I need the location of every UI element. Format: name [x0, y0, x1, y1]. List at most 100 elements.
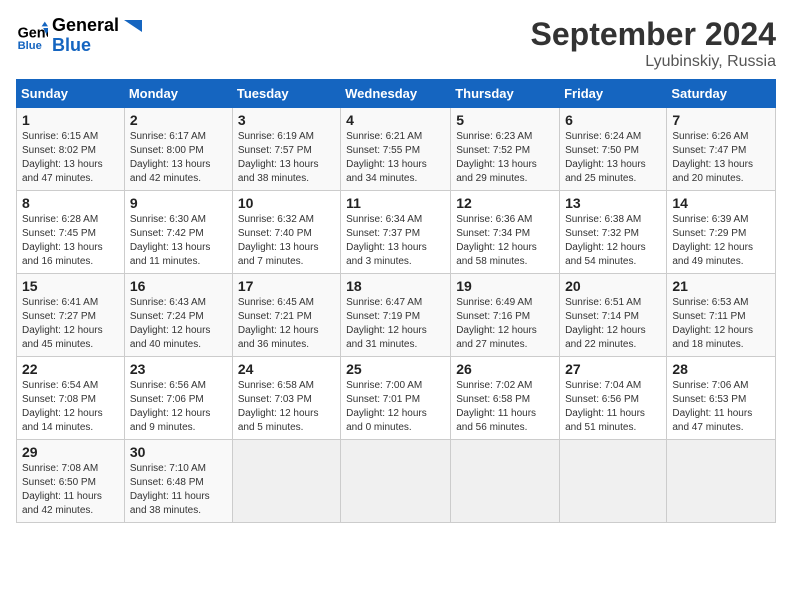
- calendar-week-row: 8 Sunrise: 6:28 AMSunset: 7:45 PMDaylight…: [17, 191, 776, 274]
- logo-icon: General Blue: [16, 20, 48, 52]
- title-area: September 2024 Lyubinskiy, Russia: [531, 16, 776, 71]
- day-info: Sunrise: 6:21 AMSunset: 7:55 PMDaylight:…: [346, 130, 445, 186]
- calendar-table: Sunday Monday Tuesday Wednesday Thursday…: [16, 79, 776, 523]
- day-number: 17: [238, 278, 335, 294]
- calendar-week-row: 22 Sunrise: 6:54 AMSunset: 7:08 PMDayligh…: [17, 357, 776, 440]
- month-title: September 2024: [531, 16, 776, 53]
- day-number: 7: [672, 112, 770, 128]
- day-info: Sunrise: 6:34 AMSunset: 7:37 PMDaylight:…: [346, 213, 445, 269]
- day-number: 30: [130, 444, 227, 460]
- col-tuesday: Tuesday: [232, 80, 340, 108]
- day-number: 2: [130, 112, 227, 128]
- day-number: 24: [238, 361, 335, 377]
- table-row: 5 Sunrise: 6:23 AMSunset: 7:52 PMDaylight…: [451, 108, 560, 191]
- day-number: 26: [456, 361, 554, 377]
- table-row: 28 Sunrise: 7:06 AMSunset: 6:53 PMDayligh…: [667, 357, 776, 440]
- table-row: 2Sunrise: 6:17 AMSunset: 8:00 PMDaylight…: [124, 108, 232, 191]
- day-number: 22: [22, 361, 119, 377]
- day-number: 25: [346, 361, 445, 377]
- table-row: 12 Sunrise: 6:36 AMSunset: 7:34 PMDayligh…: [451, 191, 560, 274]
- table-row: 14 Sunrise: 6:39 AMSunset: 7:29 PMDayligh…: [667, 191, 776, 274]
- table-row: 10 Sunrise: 6:32 AMSunset: 7:40 PMDayligh…: [232, 191, 340, 274]
- table-row: 13 Sunrise: 6:38 AMSunset: 7:32 PMDayligh…: [560, 191, 667, 274]
- table-row: 22 Sunrise: 6:54 AMSunset: 7:08 PMDayligh…: [17, 357, 125, 440]
- day-number: 12: [456, 195, 554, 211]
- col-thursday: Thursday: [451, 80, 560, 108]
- table-row: 15Sunrise: 6:41 AMSunset: 7:27 PMDayligh…: [17, 274, 125, 357]
- day-number: 27: [565, 361, 661, 377]
- table-row: 16 Sunrise: 6:43 AMSunset: 7:24 PMDayligh…: [124, 274, 232, 357]
- day-number: 10: [238, 195, 335, 211]
- day-info: Sunrise: 6:58 AMSunset: 7:03 PMDaylight:…: [238, 379, 335, 435]
- logo-arrow-icon: [124, 20, 142, 32]
- day-info: Sunrise: 6:43 AMSunset: 7:24 PMDaylight:…: [130, 296, 227, 352]
- day-number: 29: [22, 444, 119, 460]
- day-info: Sunrise: 6:19 AMSunset: 7:57 PMDaylight:…: [238, 130, 335, 186]
- day-info: Sunrise: 6:39 AMSunset: 7:29 PMDaylight:…: [672, 213, 770, 269]
- day-info: Sunrise: 6:54 AMSunset: 7:08 PMDaylight:…: [22, 379, 119, 435]
- day-number: 23: [130, 361, 227, 377]
- day-number: 19: [456, 278, 554, 294]
- table-row: 18 Sunrise: 6:47 AMSunset: 7:19 PMDayligh…: [341, 274, 451, 357]
- day-info: Sunrise: 7:04 AMSunset: 6:56 PMDaylight:…: [565, 379, 661, 435]
- table-row: 9Sunrise: 6:30 AMSunset: 7:42 PMDaylight…: [124, 191, 232, 274]
- day-info: Sunrise: 6:26 AMSunset: 7:47 PMDaylight:…: [672, 130, 770, 186]
- table-row: 17 Sunrise: 6:45 AMSunset: 7:21 PMDayligh…: [232, 274, 340, 357]
- col-monday: Monday: [124, 80, 232, 108]
- day-info: Sunrise: 6:30 AMSunset: 7:42 PMDaylight:…: [130, 213, 227, 269]
- day-number: 11: [346, 195, 445, 211]
- day-info: Sunrise: 6:47 AMSunset: 7:19 PMDaylight:…: [346, 296, 445, 352]
- location-subtitle: Lyubinskiy, Russia: [531, 53, 776, 71]
- day-number: 1: [22, 112, 119, 128]
- logo-general: General: [52, 16, 142, 36]
- table-row: 27 Sunrise: 7:04 AMSunset: 6:56 PMDayligh…: [560, 357, 667, 440]
- table-row: 11 Sunrise: 6:34 AMSunset: 7:37 PMDayligh…: [341, 191, 451, 274]
- col-wednesday: Wednesday: [341, 80, 451, 108]
- day-number: 28: [672, 361, 770, 377]
- day-number: 5: [456, 112, 554, 128]
- day-number: 6: [565, 112, 661, 128]
- table-row: 29 Sunrise: 7:08 AMSunset: 6:50 PMDayligh…: [17, 440, 125, 523]
- calendar-week-row: 1Sunrise: 6:15 AMSunset: 8:02 PMDaylight…: [17, 108, 776, 191]
- table-row: 25Sunrise: 7:00 AMSunset: 7:01 PMDayligh…: [341, 357, 451, 440]
- day-info: Sunrise: 6:53 AMSunset: 7:11 PMDaylight:…: [672, 296, 770, 352]
- day-number: 18: [346, 278, 445, 294]
- col-friday: Friday: [560, 80, 667, 108]
- col-saturday: Saturday: [667, 80, 776, 108]
- day-info: Sunrise: 6:41 AMSunset: 7:27 PMDaylight:…: [22, 296, 119, 352]
- logo-blue: Blue: [52, 36, 142, 56]
- table-row: 1Sunrise: 6:15 AMSunset: 8:02 PMDaylight…: [17, 108, 125, 191]
- table-row: 30 Sunrise: 7:10 AMSunset: 6:48 PMDayligh…: [124, 440, 232, 523]
- day-info: Sunrise: 6:45 AMSunset: 7:21 PMDaylight:…: [238, 296, 335, 352]
- day-number: 4: [346, 112, 445, 128]
- svg-text:Blue: Blue: [18, 40, 42, 52]
- table-row: [560, 440, 667, 523]
- day-number: 16: [130, 278, 227, 294]
- table-row: 3Sunrise: 6:19 AMSunset: 7:57 PMDaylight…: [232, 108, 340, 191]
- calendar-week-row: 15Sunrise: 6:41 AMSunset: 7:27 PMDayligh…: [17, 274, 776, 357]
- day-info: Sunrise: 6:49 AMSunset: 7:16 PMDaylight:…: [456, 296, 554, 352]
- day-info: Sunrise: 6:23 AMSunset: 7:52 PMDaylight:…: [456, 130, 554, 186]
- table-row: 26Sunrise: 7:02 AMSunset: 6:58 PMDayligh…: [451, 357, 560, 440]
- col-sunday: Sunday: [17, 80, 125, 108]
- day-info: Sunrise: 6:56 AMSunset: 7:06 PMDaylight:…: [130, 379, 227, 435]
- header: General Blue General Blue September 2024…: [16, 16, 776, 71]
- day-number: 8: [22, 195, 119, 211]
- day-info: Sunrise: 7:06 AMSunset: 6:53 PMDaylight:…: [672, 379, 770, 435]
- calendar-header-row: Sunday Monday Tuesday Wednesday Thursday…: [17, 80, 776, 108]
- day-info: Sunrise: 6:38 AMSunset: 7:32 PMDaylight:…: [565, 213, 661, 269]
- day-number: 13: [565, 195, 661, 211]
- day-info: Sunrise: 6:32 AMSunset: 7:40 PMDaylight:…: [238, 213, 335, 269]
- table-row: 8 Sunrise: 6:28 AMSunset: 7:45 PMDaylight…: [17, 191, 125, 274]
- day-info: Sunrise: 7:08 AMSunset: 6:50 PMDaylight:…: [22, 462, 119, 518]
- day-number: 21: [672, 278, 770, 294]
- table-row: 20Sunrise: 6:51 AMSunset: 7:14 PMDayligh…: [560, 274, 667, 357]
- day-info: Sunrise: 6:36 AMSunset: 7:34 PMDaylight:…: [456, 213, 554, 269]
- table-row: [341, 440, 451, 523]
- day-number: 14: [672, 195, 770, 211]
- table-row: 19 Sunrise: 6:49 AMSunset: 7:16 PMDayligh…: [451, 274, 560, 357]
- day-info: Sunrise: 6:28 AMSunset: 7:45 PMDaylight:…: [22, 213, 119, 269]
- day-info: Sunrise: 7:10 AMSunset: 6:48 PMDaylight:…: [130, 462, 227, 518]
- table-row: [667, 440, 776, 523]
- day-number: 20: [565, 278, 661, 294]
